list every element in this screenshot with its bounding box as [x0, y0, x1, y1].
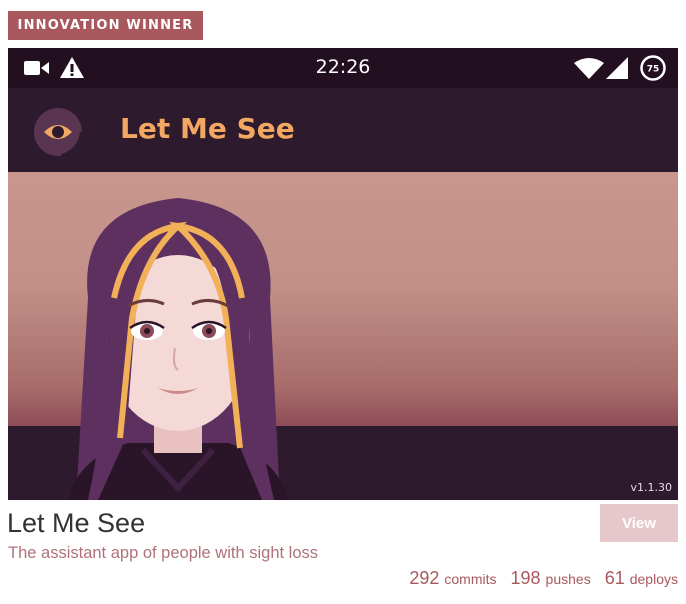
stat-commits: 292 commits — [409, 568, 496, 589]
stat-deploys: 61 deploys — [605, 568, 678, 589]
version-label: v1.1.30 — [630, 481, 673, 494]
view-button[interactable]: View — [600, 504, 678, 542]
project-name: Let Me See — [7, 508, 146, 538]
status-bar: 22:26 75 — [8, 48, 678, 88]
stat-value: 198 — [510, 568, 541, 588]
project-stats: 292 commits 198 pushes 61 deploys — [409, 568, 678, 589]
stat-value: 61 — [604, 568, 625, 588]
app-bar: Let Me See — [8, 88, 678, 172]
stat-label: deploys — [629, 571, 678, 587]
app-title: Let Me See — [120, 112, 295, 145]
stat-value: 292 — [409, 568, 440, 588]
eye-logo-icon — [34, 108, 84, 158]
wifi-icon — [574, 58, 604, 79]
project-description: The assistant app of people with sight l… — [8, 544, 319, 562]
signal-icon — [606, 57, 628, 79]
stat-label: commits — [444, 571, 497, 587]
battery-icon: 75 — [640, 55, 666, 81]
app-screenshot: 22:26 75 Let Me See v1.1.30 — [8, 48, 678, 500]
stat-label: pushes — [545, 571, 591, 587]
avatar-illustration — [68, 198, 288, 500]
stat-pushes: 198 pushes — [511, 568, 591, 589]
innovation-winner-badge: INNOVATION WINNER — [8, 11, 203, 40]
battery-level: 75 — [647, 65, 660, 75]
